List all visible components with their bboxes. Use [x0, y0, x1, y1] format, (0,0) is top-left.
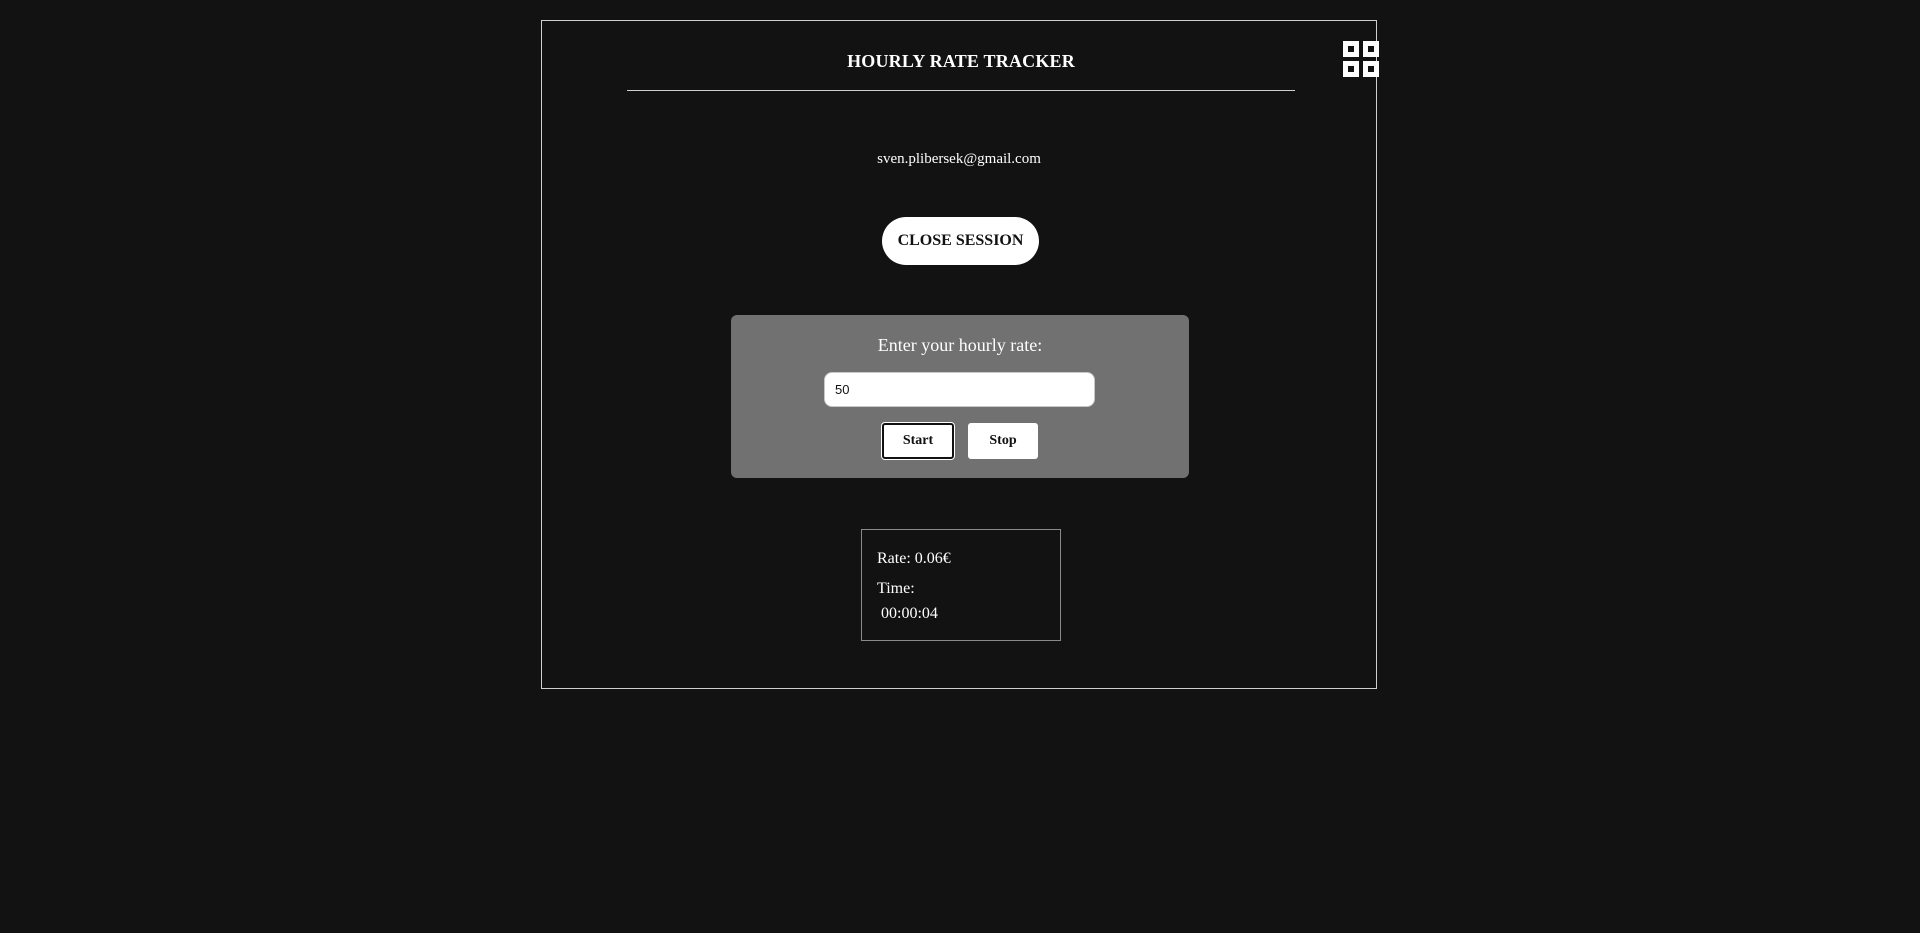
grid-menu-icon[interactable]: [1343, 41, 1379, 77]
app-frame: HOURLY RATE TRACKER sven.plibersek@gmail…: [541, 20, 1379, 689]
app-title: HOURLY RATE TRACKER: [847, 51, 1075, 71]
stats-box: Rate: 0.06€ Time: 00:00:04: [861, 529, 1061, 641]
grid-menu-icon-graphic: [1343, 41, 1379, 77]
time-label: Time:: [877, 580, 915, 597]
user-email: sven.plibersek@gmail.com: [877, 151, 1041, 167]
elapsed-time-value: 00:00:04: [877, 605, 938, 622]
start-button[interactable]: Start: [882, 423, 954, 459]
hourly-rate-label: Enter your hourly rate:: [877, 335, 1043, 355]
hourly-rate-panel: Enter your hourly rate: Start Stop: [731, 315, 1189, 478]
header: HOURLY RATE TRACKER: [627, 21, 1379, 91]
hourly-rate-input[interactable]: [824, 372, 1095, 407]
stop-button[interactable]: Stop: [968, 423, 1038, 459]
close-session-button[interactable]: CLOSE SESSION: [882, 217, 1039, 265]
earned-rate-text: Rate: 0.06€: [877, 550, 951, 567]
